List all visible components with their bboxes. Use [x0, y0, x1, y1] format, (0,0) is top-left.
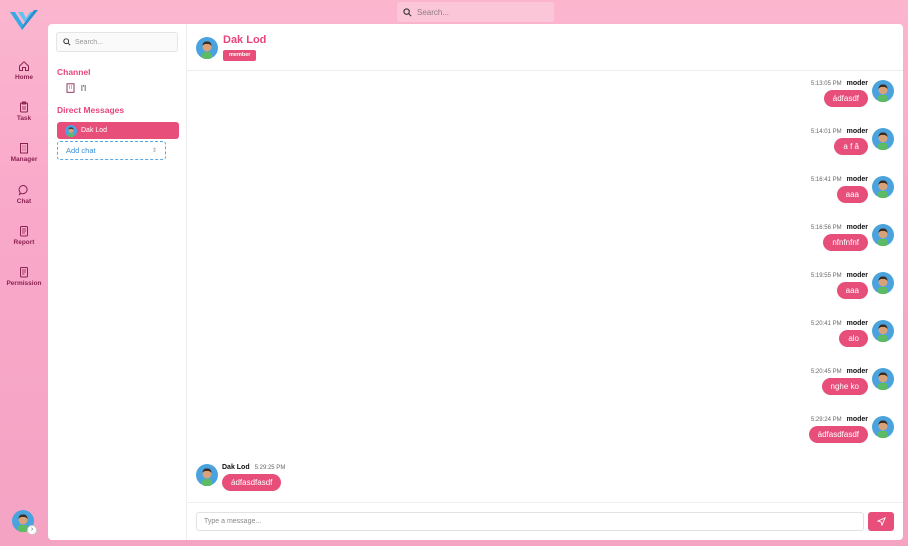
nav-item-chat[interactable]: Chat: [0, 184, 48, 205]
message-time: 5:20:41 PM: [810, 321, 842, 327]
chat-title: Dak Lod: [223, 34, 267, 46]
outgoing-message: 5:29:24 PM moder ádfasdfasdf: [594, 416, 894, 456]
avatar: [872, 368, 894, 390]
nav-item-report[interactable]: Report: [0, 225, 48, 246]
nav-label-manager: Manager: [10, 156, 38, 163]
channel-item[interactable]: l'l: [66, 83, 86, 93]
message-author: moder: [846, 272, 868, 279]
sidebar-search[interactable]: [56, 32, 178, 52]
expand-chevron-icon[interactable]: ›: [27, 525, 37, 535]
message-author: moder: [846, 416, 868, 423]
search-icon: [63, 38, 71, 46]
clipboard-icon: [20, 101, 28, 113]
dm-item-dak-lod[interactable]: Dak Lod: [57, 122, 179, 139]
nav-label-home: Home: [14, 74, 34, 81]
message-time: 5:29:25 PM: [254, 465, 286, 471]
message-bubble: ádfasdfasdf: [808, 426, 868, 443]
message-bubble: nfnfnfnf: [823, 234, 868, 251]
message-author: moder: [846, 368, 868, 375]
message-author: moder: [846, 224, 868, 231]
chat-icon: [18, 185, 28, 196]
top-search-input[interactable]: [417, 7, 547, 17]
channel-item-label: l'l: [81, 83, 87, 93]
outgoing-message: 5:16:41 PM moder aaa: [594, 176, 894, 216]
message-bubble: aaa: [836, 186, 868, 203]
outgoing-message: 5:20:45 PM moder nghe ko: [594, 368, 894, 408]
message-time: 5:14:01 PM: [810, 129, 842, 135]
nav-item-permission[interactable]: Permission: [0, 266, 48, 287]
message-time: 5:19:55 PM: [810, 273, 842, 279]
send-button[interactable]: [868, 512, 894, 531]
avatar: [872, 320, 894, 342]
message-author: moder: [846, 320, 868, 327]
send-icon: [876, 517, 886, 526]
outgoing-message: 5:19:55 PM moder aaa: [594, 272, 894, 312]
message-composer[interactable]: [196, 512, 864, 531]
avatar: [196, 464, 218, 486]
avatar: [872, 128, 894, 150]
message-time: 5:20:45 PM: [810, 369, 842, 375]
message-bubble: a f â: [834, 138, 868, 155]
building-icon: [66, 83, 75, 93]
updown-chevron-icon: ⇕: [151, 148, 157, 154]
message-author: moder: [846, 176, 868, 183]
outgoing-message: 5:13:05 PM moder ádfasdf: [594, 80, 894, 120]
incoming-message: Dak Lod 5:29:25 PM ádfasdfasdf: [196, 464, 496, 504]
home-icon: [19, 61, 29, 71]
nav-item-home[interactable]: Home: [0, 60, 48, 81]
avatar: [872, 224, 894, 246]
avatar: [872, 272, 894, 294]
permission-icon: [20, 267, 28, 278]
message-time: 5:29:24 PM: [810, 417, 842, 423]
message-author: moder: [846, 128, 868, 135]
outgoing-message: 5:20:41 PM moder alo: [594, 320, 894, 360]
message-bubble: ádfasdf: [823, 90, 868, 107]
nav-label-task: Task: [16, 115, 32, 122]
building-icon: [20, 143, 28, 154]
left-nav-rail: Home Task Manager Chat Report Permission…: [0, 0, 48, 546]
message-author: moder: [846, 80, 868, 87]
nav-label-report: Report: [13, 239, 35, 246]
current-user-avatar[interactable]: ›: [12, 510, 37, 535]
nav-label-chat: Chat: [16, 198, 32, 205]
add-chat-label: Add chat: [66, 146, 96, 155]
dm-item-label: Dak Lod: [81, 127, 108, 134]
avatar: [872, 176, 894, 198]
message-bubble: ádfasdfasdf: [222, 474, 282, 491]
chat-header: Dak Lod member: [187, 24, 903, 71]
sidebar-search-input[interactable]: [75, 38, 175, 46]
message-time: 5:16:41 PM: [810, 177, 842, 183]
nav-item-manager[interactable]: Manager: [0, 142, 48, 163]
avatar: [872, 416, 894, 438]
avatar: [196, 37, 218, 59]
role-badge: member: [223, 50, 257, 61]
outgoing-message: 5:14:01 PM moder a f â: [594, 128, 894, 168]
dm-section-title: Direct Messages: [57, 105, 125, 115]
message-bubble: nghe ko: [821, 378, 868, 395]
message-bubble: aaa: [836, 282, 868, 299]
message-author: Dak Lod: [222, 464, 250, 471]
avatar: [65, 124, 77, 137]
avatar: [872, 80, 894, 102]
nav-item-task[interactable]: Task: [0, 101, 48, 122]
message-input[interactable]: [204, 518, 844, 525]
message-time: 5:13:05 PM: [810, 81, 842, 87]
app-logo: [10, 10, 38, 30]
conversation-sidebar: Channel l'l Direct Messages Dak Lod Add …: [48, 24, 187, 540]
report-icon: [20, 226, 28, 237]
chat-panel: Dak Lod member 5:13:05 PM moder ádfasdf 5:1…: [187, 24, 903, 540]
top-search-bar[interactable]: [397, 2, 554, 22]
search-icon: [403, 7, 412, 16]
outgoing-message: 5:16:56 PM moder nfnfnfnf: [594, 224, 894, 264]
channel-section-title: Channel: [57, 67, 91, 77]
divider: [187, 502, 903, 503]
message-bubble: alo: [839, 330, 868, 347]
add-chat-select[interactable]: Add chat ⇕: [57, 141, 166, 160]
nav-label-permission: Permission: [6, 280, 42, 287]
message-time: 5:16:56 PM: [810, 225, 842, 231]
